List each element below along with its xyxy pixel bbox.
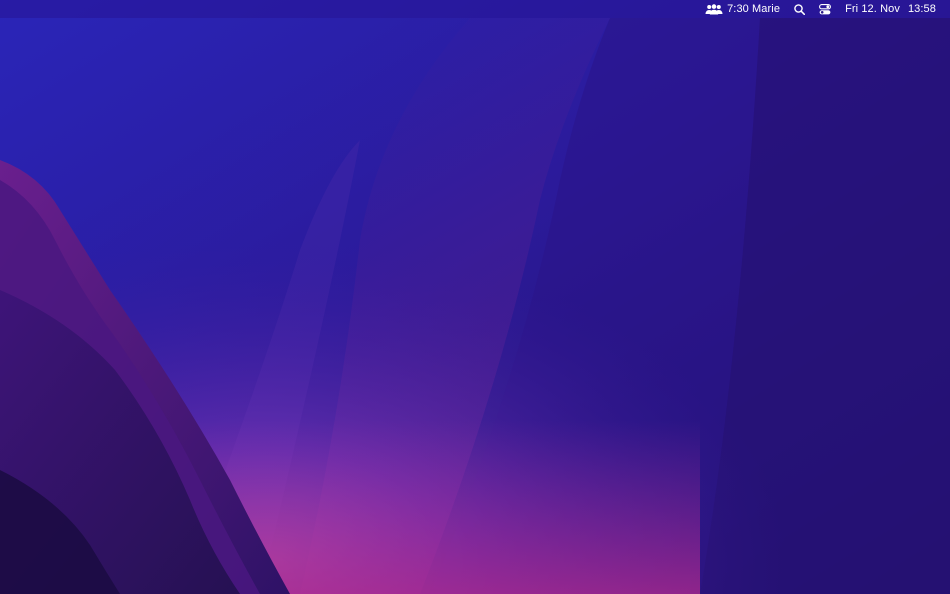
family-status-label: 7:30 Marie — [727, 3, 781, 15]
wallpaper — [0, 0, 950, 594]
control-center-icon — [819, 3, 832, 14]
menu-bar-date: Fri 12. Nov — [845, 3, 900, 15]
search-icon — [794, 3, 806, 15]
desktop: 7:30 Marie Fri 12. Nov 13:58 — [0, 0, 950, 594]
menu-bar: 7:30 Marie Fri 12. Nov 13:58 — [0, 0, 950, 18]
people-icon — [705, 3, 723, 14]
menu-bar-time: 13:58 — [907, 3, 936, 15]
spotlight-button[interactable] — [794, 0, 806, 18]
clock-menu[interactable]: Fri 12. Nov 13:58 — [845, 0, 936, 18]
control-center-button[interactable] — [819, 0, 832, 18]
family-status-menu[interactable]: 7:30 Marie — [705, 0, 780, 18]
